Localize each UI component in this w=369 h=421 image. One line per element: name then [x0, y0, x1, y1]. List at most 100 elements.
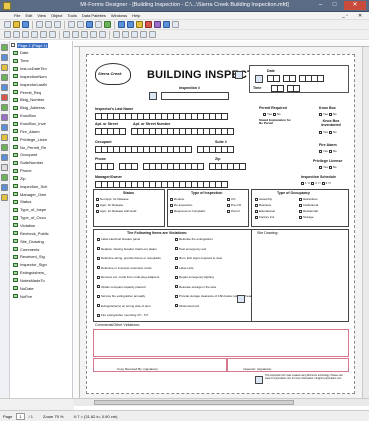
tree-item[interactable]: Inspector_Sign [10, 261, 72, 269]
lock-icon[interactable] [149, 31, 156, 38]
tree-item[interactable]: Comments [10, 245, 72, 253]
occupancy-option[interactable]: Educational [255, 209, 275, 213]
violation-item[interactable]: Defective or improper extension cords [97, 266, 152, 270]
run-icon[interactable] [104, 21, 111, 28]
inspection-routine[interactable]: Routine [170, 197, 184, 201]
inspector-last-name-field[interactable] [95, 113, 228, 120]
align-right-icon[interactable] [22, 31, 29, 38]
street-field[interactable] [95, 128, 234, 135]
delete-icon[interactable] [145, 21, 152, 28]
print-icon[interactable] [172, 21, 179, 28]
tree-item[interactable]: Time [10, 57, 72, 65]
undo-icon[interactable] [68, 21, 75, 28]
align-middle-icon[interactable] [40, 31, 47, 38]
inspection-preco[interactable]: Pre-CO [227, 203, 241, 207]
status-option-2[interactable]: Appr. for Release [96, 203, 123, 207]
menu-object[interactable]: Object [51, 13, 63, 18]
violation-item[interactable]: Fire extinguisher mounting 3½ - 5 ft [97, 313, 148, 317]
mdi-close-button[interactable]: ✕ [358, 13, 362, 19]
comments-field[interactable] [93, 329, 349, 357]
tree-item[interactable]: Inspection_Sch [10, 182, 72, 190]
tree-item[interactable]: Zip [10, 175, 72, 183]
same-size-icon[interactable] [81, 31, 88, 38]
knox-box-options[interactable]: Yes No [319, 112, 337, 116]
occupancy-option[interactable]: Factory Ind. [255, 215, 275, 219]
menu-file[interactable]: File [14, 13, 20, 18]
violation-item[interactable]: Repair emergency lighting [175, 275, 214, 279]
tree-item[interactable]: Violation [10, 222, 72, 230]
page-number-field[interactable]: 1 [16, 412, 25, 420]
inspection-permit[interactable]: Permit [227, 209, 240, 213]
violation-item[interactable]: Obstructed exit [175, 304, 199, 308]
ungroup-icon[interactable] [140, 31, 147, 38]
calendar-icon[interactable] [255, 75, 263, 83]
rectangle-icon[interactable] [1, 164, 8, 171]
cut-icon[interactable] [36, 21, 43, 28]
inspection-reinspection[interactable]: Re-inspection [170, 203, 192, 207]
redo-icon[interactable] [77, 21, 84, 28]
align-top-icon[interactable] [31, 31, 38, 38]
occupancy-option[interactable]: Storage [299, 215, 314, 219]
violation-item[interactable]: Obtain occupant capacity placard [97, 285, 145, 289]
tree-item[interactable]: Permit_Req [10, 88, 72, 96]
tree-item[interactable]: Bldg_Number [10, 96, 72, 104]
align-center-icon[interactable] [13, 31, 20, 38]
time-field[interactable] [271, 85, 300, 92]
signature-icon[interactable] [1, 144, 8, 151]
new-icon[interactable] [4, 21, 11, 28]
copy-icon[interactable] [45, 21, 52, 28]
tree-root[interactable]: Page 1 (Page 1) [10, 41, 72, 49]
schedule-options[interactable]: 1 Yr 2 Yr 3 Yr [301, 181, 331, 185]
knox-inventoried-options[interactable]: Yes No [319, 130, 337, 134]
tree-item[interactable]: InsLocDateTim [10, 65, 72, 73]
tree-item[interactable]: Privilege_Licen [10, 135, 72, 143]
violation-item[interactable]: Extinguisher(s) on wrong side of door [97, 304, 151, 308]
occupancy-option[interactable]: Hazardous [299, 197, 318, 201]
minimize-button[interactable]: – [314, 1, 327, 10]
fire-alarm-options[interactable]: Yes No [319, 149, 337, 153]
occupancy-option[interactable]: Business [255, 203, 271, 207]
tree-item[interactable]: Recheck_Public [10, 229, 72, 237]
mdi-restore-button[interactable]: _ ▫ [342, 13, 348, 19]
save-icon[interactable] [22, 21, 29, 28]
text-field-icon[interactable] [1, 54, 8, 61]
horizontal-scroll-thumb[interactable] [94, 400, 294, 405]
snap-icon[interactable] [95, 21, 102, 28]
tree-item[interactable]: Status [10, 198, 72, 206]
tree-item[interactable]: NotesMadeTo [10, 276, 72, 284]
permit-yes[interactable]: Yes No [263, 112, 281, 116]
tree-item[interactable]: Received_Sig [10, 253, 72, 261]
inspection-co[interactable]: CO [227, 197, 236, 201]
tree-item[interactable]: Phone [10, 167, 72, 175]
tree-item[interactable]: NoDate [10, 284, 72, 292]
form-icon[interactable] [118, 21, 125, 28]
tree-item[interactable]: Occupant [10, 151, 72, 159]
preview-icon[interactable] [163, 21, 170, 28]
paste-icon[interactable] [54, 21, 61, 28]
close-button[interactable]: ✕ [344, 1, 366, 10]
layout-icon[interactable] [127, 21, 134, 28]
violation-item[interactable]: Service fire extinguisher annually [97, 294, 145, 298]
tree-item[interactable]: KnoxBox_Inve [10, 120, 72, 128]
status-option-1[interactable]: Not Appr. for Release [96, 197, 129, 201]
form-page[interactable]: Sierra Creek BUILDING INSPECTION Inspect… [86, 54, 355, 394]
tree-item[interactable]: InspectionNum [10, 73, 72, 81]
inspection-num-field[interactable] [161, 92, 229, 100]
same-width-icon[interactable] [63, 31, 70, 38]
violation-item[interactable]: Relocate storage in fire lane [175, 285, 216, 289]
violation-item[interactable]: Label exits [175, 266, 193, 270]
space-horizontal-icon[interactable] [90, 31, 97, 38]
menu-view[interactable]: View [37, 13, 46, 18]
maximize-button[interactable]: □ [328, 1, 341, 10]
tree-item[interactable]: No_Permit_Re [10, 143, 72, 151]
tree-item[interactable]: SuiteNumber [10, 159, 72, 167]
barcode-icon[interactable] [1, 174, 8, 181]
align-left-icon[interactable] [4, 31, 11, 38]
tree-item[interactable]: Fire_Alarm [10, 127, 72, 135]
pointer-icon[interactable] [1, 44, 8, 51]
tree-item[interactable]: Type_of_Inspe [10, 206, 72, 214]
same-height-icon[interactable] [72, 31, 79, 38]
tree-item[interactable]: Bldg_Address [10, 104, 72, 112]
violation-item[interactable]: Illum. Exit signs exposed to view [175, 256, 222, 260]
occupancy-option[interactable]: Assembly [255, 197, 272, 201]
